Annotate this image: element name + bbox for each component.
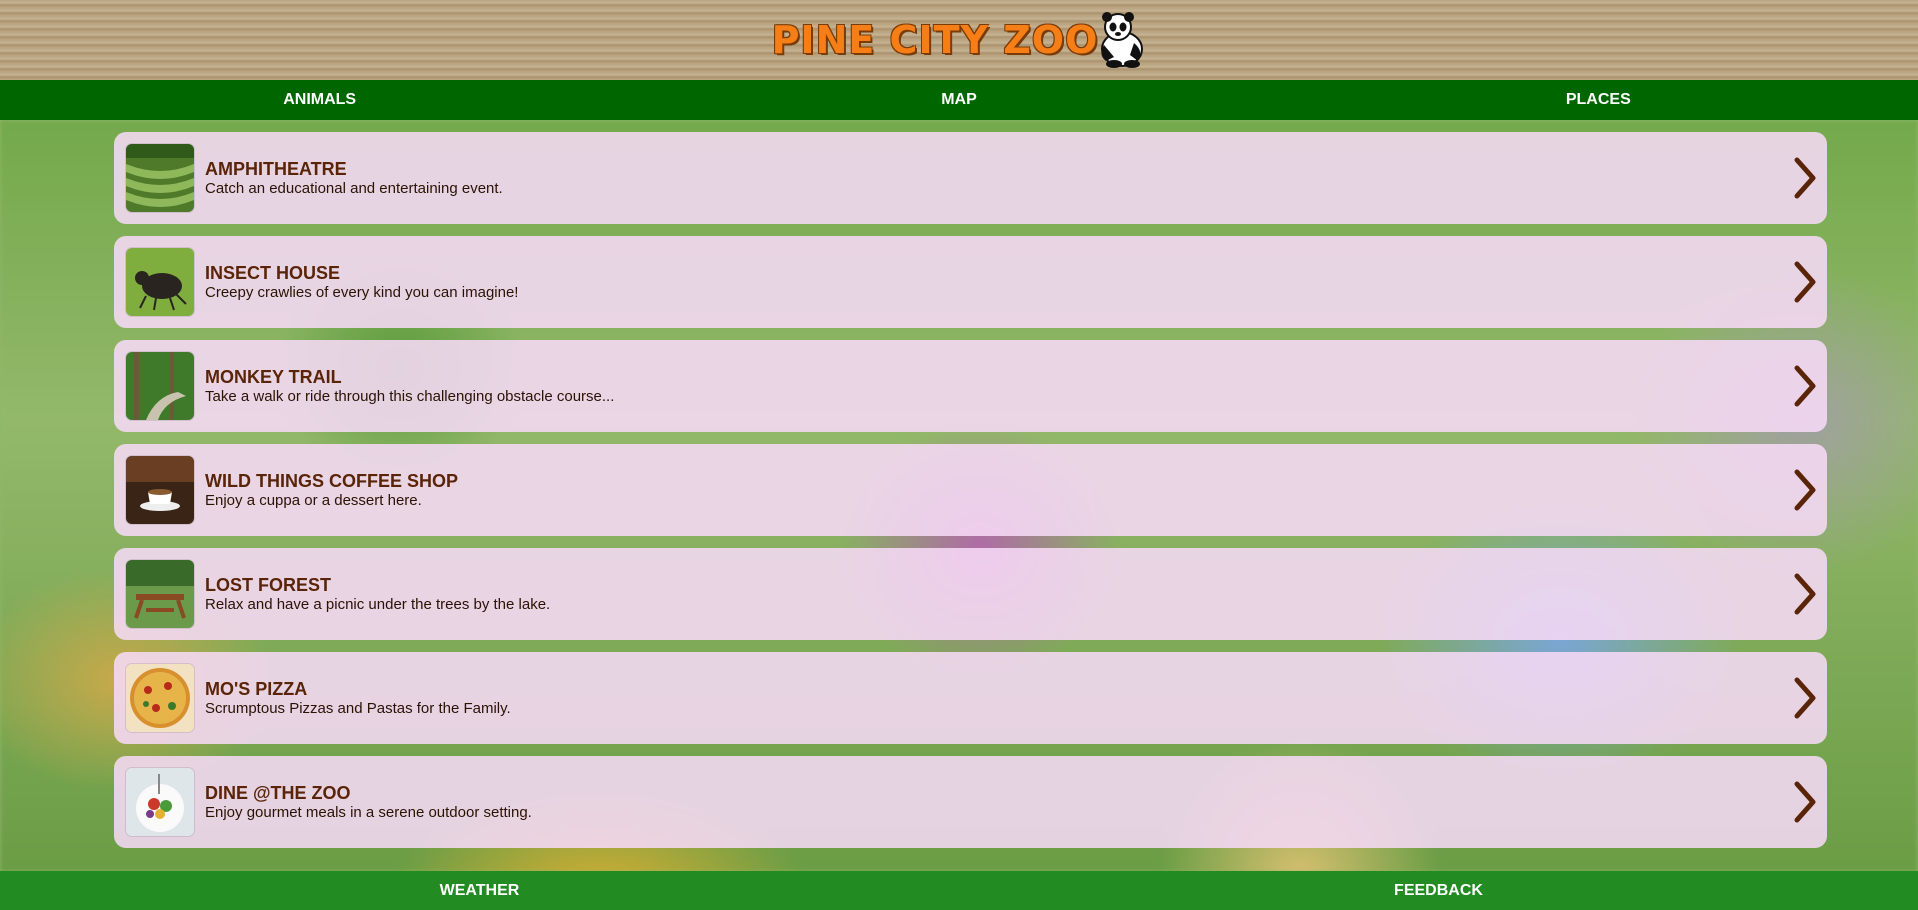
site-header: PINE CITY ZOO [0, 0, 1918, 80]
place-title: MO'S PIZZA [205, 678, 308, 699]
place-description: Enjoy gourmet meals in a serene outdoor … [205, 803, 532, 821]
insect-house-thumbnail [126, 248, 194, 316]
place-item-mos-pizza[interactable]: MO'S PIZZA Scrumptous Pizzas and Pastas … [114, 652, 1827, 744]
place-item-dine-at-the-zoo[interactable]: DINE @THE ZOO Enjoy gourmet meals in a s… [114, 756, 1827, 848]
chevron-right-icon[interactable] [1791, 572, 1819, 616]
place-description: Enjoy a cuppa or a dessert here. [205, 491, 422, 509]
nav-places[interactable]: PLACES [1279, 80, 1918, 120]
chevron-right-icon[interactable] [1791, 468, 1819, 512]
zoo-logo[interactable]: PINE CITY ZOO [772, 5, 1147, 75]
place-description: Scrumptous Pizzas and Pastas for the Fam… [205, 699, 511, 717]
panda-logo-icon [1101, 12, 1144, 68]
nav-animals[interactable]: ANIMALS [0, 80, 639, 120]
place-description: Creepy crawlies of every kind you can im… [205, 283, 519, 301]
nav-feedback[interactable]: FEEDBACK [959, 871, 1918, 910]
nav-weather[interactable]: WEATHER [0, 871, 959, 910]
place-description: Take a walk or ride through this challen… [205, 387, 615, 405]
place-title: LOST FOREST [205, 574, 331, 595]
place-item-insect-house[interactable]: INSECT HOUSE Creepy crawlies of every ki… [114, 236, 1827, 328]
place-item-monkey-trail[interactable]: MONKEY TRAIL Take a walk or ride through… [114, 340, 1827, 432]
coffee-shop-thumbnail [126, 456, 194, 524]
chevron-right-icon[interactable] [1791, 364, 1819, 408]
dine-thumbnail [126, 768, 194, 836]
nav-map[interactable]: MAP [639, 80, 1278, 120]
chevron-right-icon[interactable] [1791, 676, 1819, 720]
top-navigation: ANIMALS MAP PLACES [0, 80, 1918, 120]
monkey-trail-thumbnail [126, 352, 194, 420]
place-item-lost-forest[interactable]: LOST FOREST Relax and have a picnic unde… [114, 548, 1827, 640]
place-title: DINE @THE ZOO [205, 782, 351, 803]
place-title: WILD THINGS COFFEE SHOP [205, 470, 459, 491]
lost-forest-thumbnail [126, 560, 194, 628]
place-description: Relax and have a picnic under the trees … [205, 595, 551, 613]
bottom-navigation: WEATHER FEEDBACK [0, 871, 1918, 910]
logo-text: PINE CITY ZOO [771, 18, 1099, 62]
chevron-right-icon[interactable] [1791, 156, 1819, 200]
place-title: INSECT HOUSE [205, 262, 341, 283]
place-title: AMPHITHEATRE [205, 158, 347, 179]
amphitheatre-thumbnail [126, 144, 194, 212]
place-item-amphitheatre[interactable]: AMPHITHEATRE Catch an educational and en… [114, 132, 1827, 224]
pizza-thumbnail [126, 664, 194, 732]
place-title: MONKEY TRAIL [205, 366, 342, 387]
chevron-right-icon[interactable] [1791, 260, 1819, 304]
places-list: AMPHITHEATRE Catch an educational and en… [114, 132, 1827, 860]
place-description: Catch an educational and entertaining ev… [205, 179, 503, 197]
place-item-wild-things-coffee-shop[interactable]: WILD THINGS COFFEE SHOP Enjoy a cuppa or… [114, 444, 1827, 536]
chevron-right-icon[interactable] [1791, 780, 1819, 824]
